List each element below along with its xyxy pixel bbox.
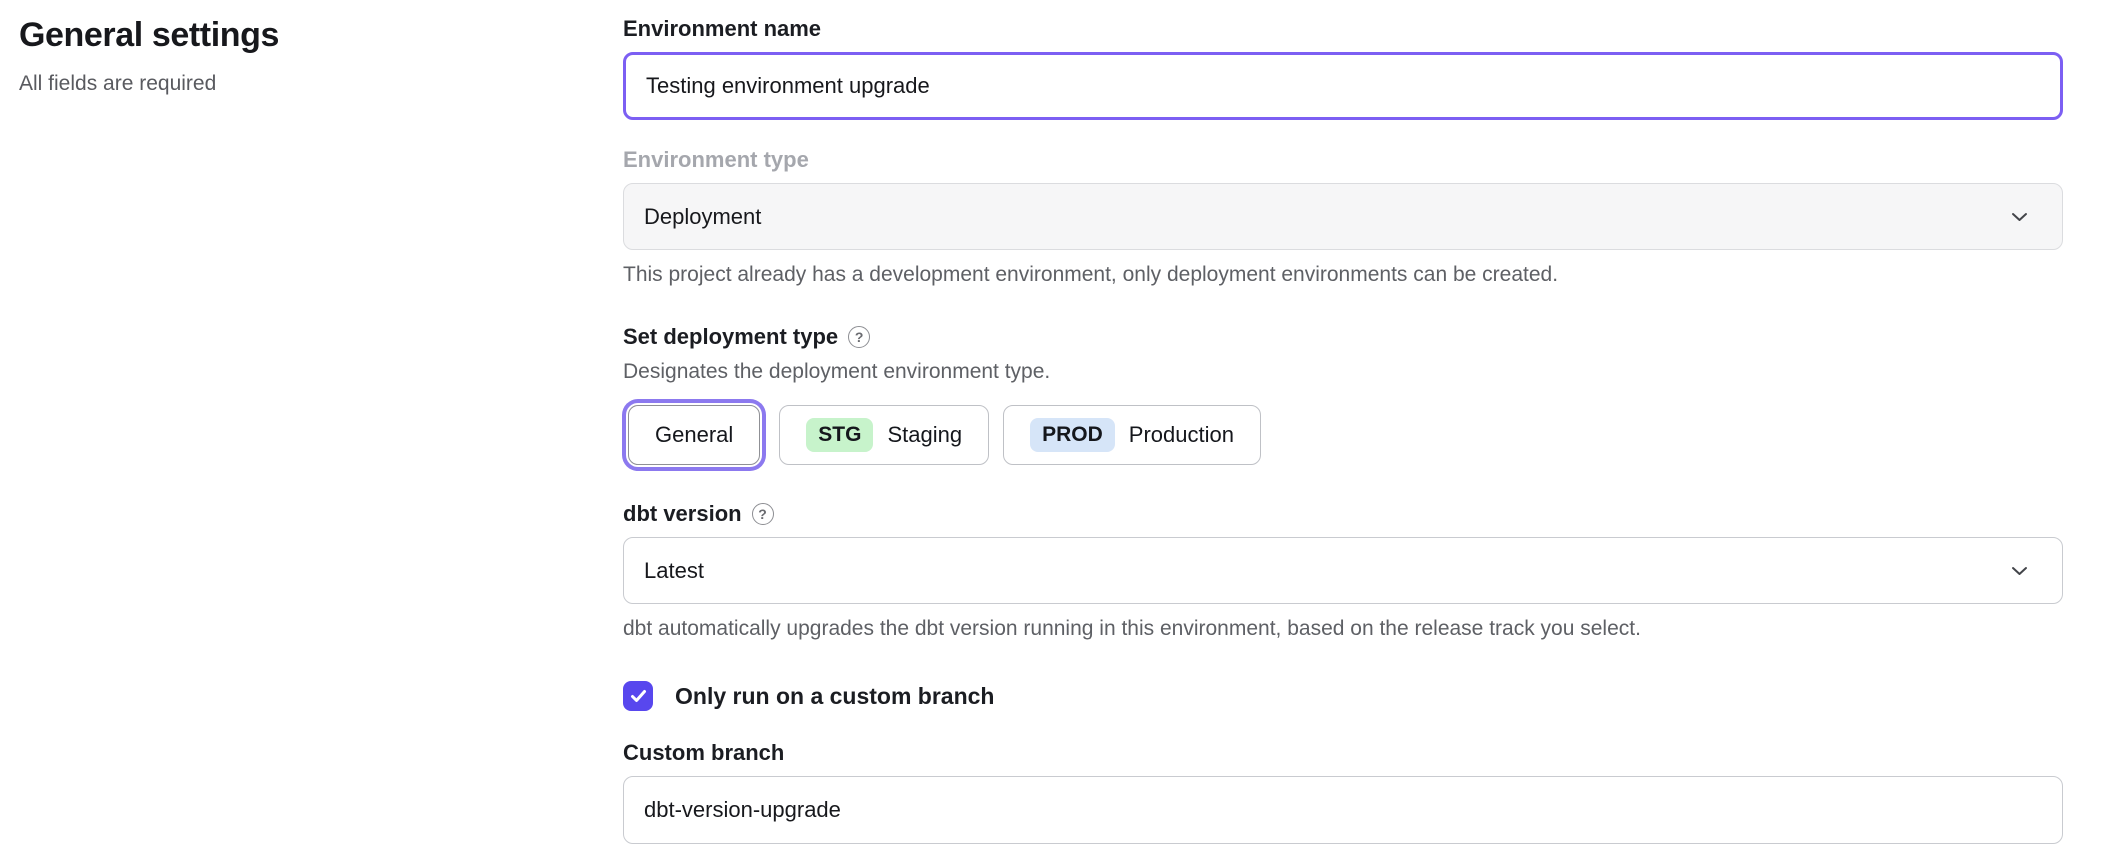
deployment-type-staging-label: Staging: [887, 422, 962, 448]
custom-branch-input[interactable]: [623, 776, 2063, 844]
staging-badge: STG: [806, 418, 873, 452]
environment-name-label: Environment name: [623, 14, 2063, 44]
help-icon[interactable]: ?: [752, 503, 774, 525]
environment-type-label: Environment type: [623, 145, 2063, 175]
deployment-type-helper: Designates the deployment environment ty…: [623, 360, 2063, 383]
environment-name-input[interactable]: [623, 52, 2063, 120]
dbt-version-helper: dbt automatically upgrades the dbt versi…: [623, 617, 2063, 640]
custom-branch-label: Custom branch: [623, 738, 2063, 768]
settings-header: General settings All fields are required: [0, 0, 623, 864]
environment-type-value: Deployment: [644, 204, 761, 230]
deployment-type-production-button[interactable]: PROD Production: [1003, 405, 1261, 465]
deployment-type-staging-button[interactable]: STG Staging: [779, 405, 989, 465]
chevron-down-icon: [2011, 566, 2028, 576]
custom-branch-checkbox[interactable]: [623, 681, 653, 711]
dbt-version-label: dbt version: [623, 499, 742, 529]
custom-branch-checkbox-label[interactable]: Only run on a custom branch: [675, 683, 994, 710]
dbt-version-select[interactable]: Latest: [623, 537, 2063, 604]
page-title: General settings: [19, 14, 623, 56]
page-subtitle: All fields are required: [19, 72, 623, 96]
environment-type-helper: This project already has a development e…: [623, 263, 2063, 286]
production-badge: PROD: [1030, 418, 1115, 452]
help-icon[interactable]: ?: [848, 326, 870, 348]
deployment-type-general-button[interactable]: General: [628, 405, 760, 465]
deployment-type-label: Set deployment type: [623, 322, 838, 352]
check-icon: [630, 689, 647, 703]
chevron-down-icon: [2011, 212, 2028, 222]
environment-settings-form: Environment name Environment type Deploy…: [623, 0, 2063, 864]
dbt-version-value: Latest: [644, 558, 704, 584]
general-settings-page: General settings All fields are required…: [0, 0, 2116, 864]
environment-type-select: Deployment: [623, 183, 2063, 250]
deployment-type-general-label: General: [655, 422, 733, 448]
deployment-type-options: General STG Staging PROD Production: [623, 405, 2063, 465]
deployment-type-production-label: Production: [1129, 422, 1234, 448]
